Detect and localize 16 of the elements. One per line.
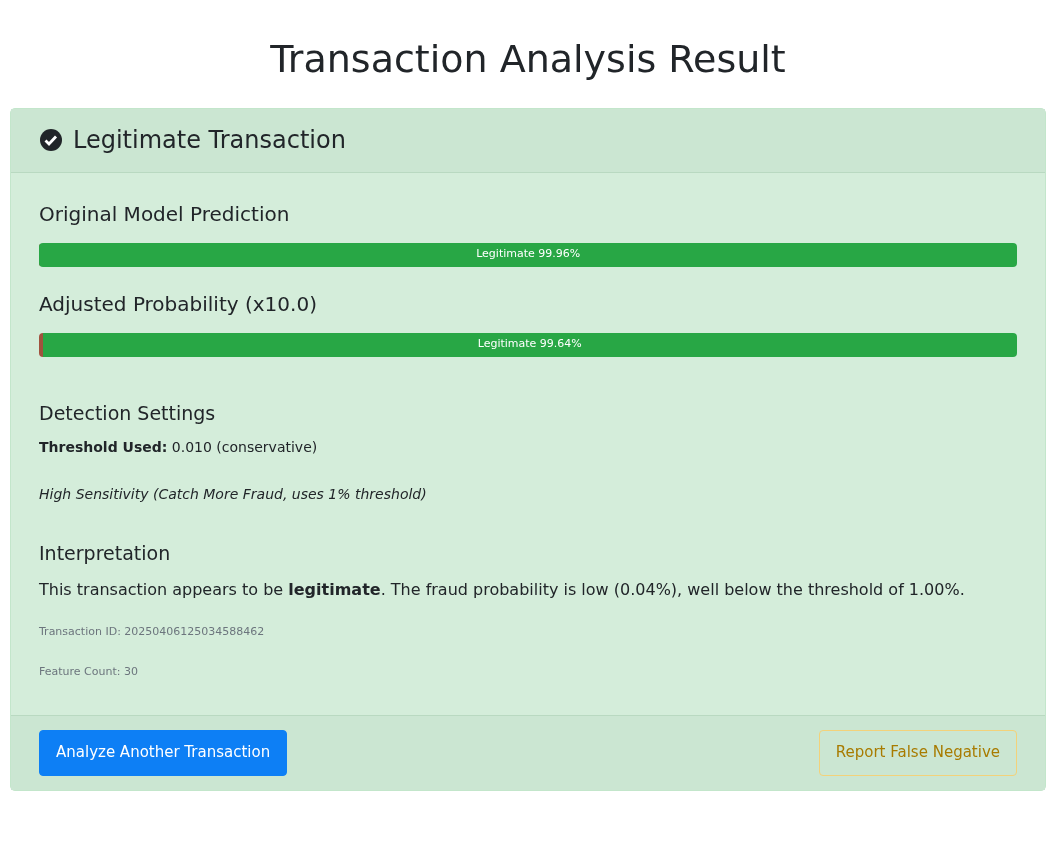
meta-text: Transaction ID: 20250406125034588462 xyxy=(39,623,266,640)
report-button[interactable]: Report False Negative xyxy=(818,729,1017,776)
threshold-text: Threshold Used: 0.010 (conservative) xyxy=(39,438,319,457)
interpretation-text: This transaction appears to be legitimate. The fraud probability is low (0.04%), well below the threshold of 1.00%. xyxy=(39,578,966,601)
sensitivity-text: High Sensitivity (Catch More Fraud, uses 1% threshold) xyxy=(39,485,428,504)
progress-fill: Legitimate 99.64% xyxy=(42,332,1017,357)
section-heading: Original Model Prediction xyxy=(39,200,291,228)
section-heading: Interpretation xyxy=(39,541,172,566)
check-circle-icon xyxy=(39,128,63,152)
meta-text: Feature Count: 30 xyxy=(39,664,139,680)
card-title: Legitimate Transaction xyxy=(73,125,346,156)
page-title: Transaction Analysis Result xyxy=(269,36,787,83)
progress-fill: Legitimate 99.96% xyxy=(39,242,1017,267)
section-heading: Detection Settings xyxy=(39,400,217,426)
section-heading: Adjusted Probability (x10.0) xyxy=(39,290,318,318)
analyze-button[interactable]: Analyze Another Transaction xyxy=(39,729,288,776)
